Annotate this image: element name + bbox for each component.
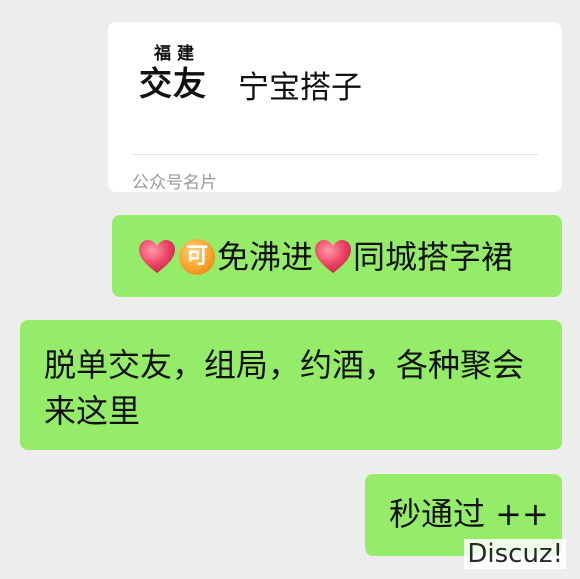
account-name: 宁宝搭子 [238, 70, 362, 106]
message-text: 可 免沸进 同城搭字裙 [137, 237, 562, 277]
ke-badge-icon: 可 [179, 239, 215, 275]
account-logo: 福建 交友 [136, 44, 210, 116]
official-account-card[interactable]: 福建 交友 宁宝搭子 公众号名片 [108, 22, 562, 193]
logo-main-text: 交友 [139, 64, 207, 103]
card-type-label: 公众号名片 [132, 173, 217, 193]
card-divider [132, 154, 538, 155]
heart-icon [139, 240, 175, 273]
message-text-part: 同城搭字裙 [353, 238, 514, 276]
message-text-part: 免沸进 [217, 238, 314, 276]
watermark: Discuz! [464, 539, 566, 569]
logo-top-text: 福建 [154, 44, 200, 64]
message-text: 脱单交友，组局，约酒，各种聚会来这里 [44, 346, 525, 430]
message-bubble[interactable]: 脱单交友，组局，约酒，各种聚会来这里 [20, 320, 562, 450]
heart-icon [315, 240, 352, 273]
message-text: 秒通过 ++ [389, 495, 549, 533]
message-bubble[interactable]: 可 免沸进 同城搭字裙 [112, 215, 562, 297]
